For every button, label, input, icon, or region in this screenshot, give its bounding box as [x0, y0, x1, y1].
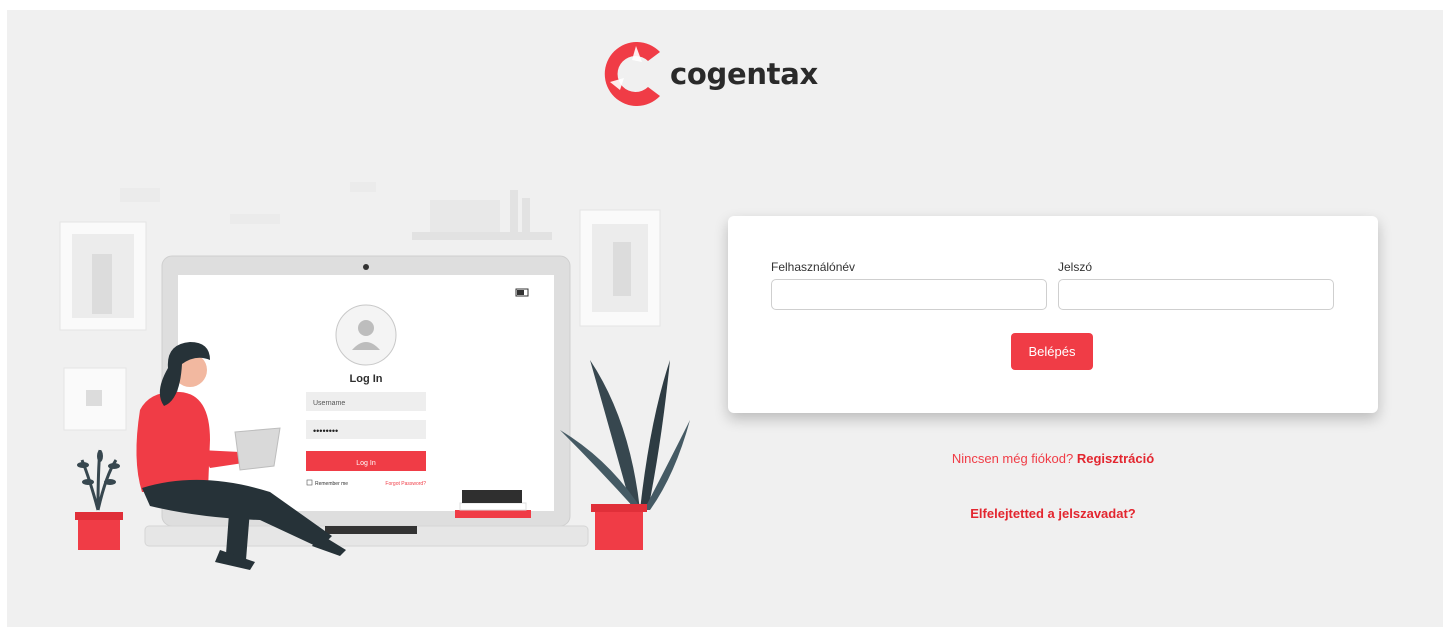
forgot-prompt: Elfelejtetted a jelszavadat?: [728, 506, 1378, 521]
login-card: Felhasználónév Jelszó Belépés: [728, 216, 1378, 413]
password-label: Jelszó: [1058, 260, 1093, 274]
username-input[interactable]: [771, 279, 1047, 310]
illustration-svg: Log In Username •••••••• Log In Remember…: [59, 182, 690, 570]
cogentax-logo-icon: [604, 42, 660, 106]
illustration-title: Log In: [350, 373, 383, 385]
brand-header: cogentax: [600, 38, 818, 110]
login-illustration: Log In Username •••••••• Log In Remember…: [50, 170, 710, 570]
no-account-text: Nincsen még fiókod?: [951, 451, 1074, 466]
login-button[interactable]: Belépés: [1011, 333, 1093, 370]
illustration-login-button: Log In: [356, 460, 376, 467]
password-input[interactable]: [1058, 279, 1334, 310]
register-prompt: Nincsen még fiókod? Regisztráció: [728, 451, 1378, 466]
username-label: Felhasználónév: [771, 260, 856, 274]
illustration-forgot: Forgot Password?: [385, 481, 426, 487]
register-link[interactable]: Regisztráció: [1077, 451, 1154, 466]
illustration-remember: Remember me: [315, 481, 348, 487]
illustration-username: Username: [313, 400, 345, 407]
brand-name: cogentax: [670, 57, 818, 91]
password-field-group: Jelszó: [1058, 260, 1334, 310]
forgot-password-link[interactable]: Elfelejtetted a jelszavadat?: [970, 506, 1135, 521]
illustration-password: ••••••••: [313, 426, 338, 436]
username-field-group: Felhasználónév: [771, 260, 1047, 310]
